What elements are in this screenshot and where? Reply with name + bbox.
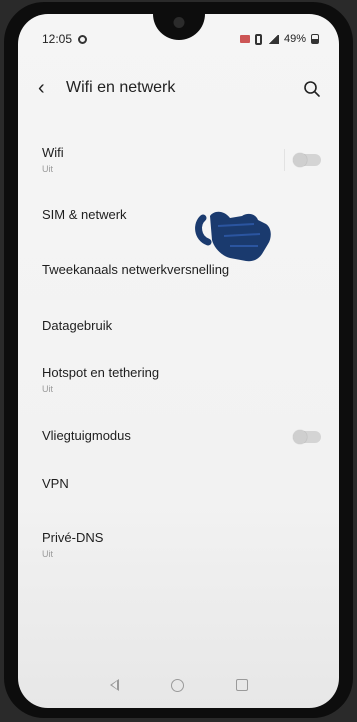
front-camera-icon [173, 17, 184, 28]
vibrate-icon [254, 33, 262, 45]
status-bar: 12:05 49% [42, 30, 319, 48]
toggle-knob [293, 153, 307, 167]
arrow-back-icon[interactable]: ‹ [38, 76, 58, 102]
status-right: 49% [239, 33, 319, 45]
wifi-toggle[interactable] [293, 153, 321, 167]
page-title: Wifi en netwerk [66, 79, 176, 96]
sim-netwerk-label: SIM & netwerk [42, 207, 127, 222]
status-time: 12:05 [42, 32, 73, 46]
list-item-vliegtuigmodus[interactable]: Vliegtuigmodus [42, 428, 321, 448]
list-item-sim-netwerk[interactable]: SIM & netwerk [42, 207, 321, 222]
datagebruik-label: Datagebruik [42, 318, 113, 333]
wifi-label: Wifi [42, 145, 64, 160]
hand-pointer-icon [194, 204, 274, 274]
list-item-hotspot[interactable]: Hotspot en tethering Uit [42, 365, 321, 394]
prive-dns-label: Privé-DNS [42, 530, 104, 545]
vliegtuigmodus-label: Vliegtuigmodus [42, 428, 131, 443]
list-item-datagebruik[interactable]: Datagebruik [42, 318, 321, 333]
screen: 12:05 49% ‹ Wifi en netwerk Wifi Uit SIM… [18, 14, 339, 708]
page-header: ‹ Wifi en netwerk [18, 76, 339, 102]
battery-icon [311, 34, 319, 44]
hotspot-status: Uit [42, 384, 53, 394]
tweekanaals-label: Tweekanaals netwerkversnelling [42, 262, 230, 277]
nav-recents-icon[interactable] [235, 679, 248, 691]
list-item-vpn[interactable]: VPN [42, 476, 321, 491]
phone-frame: 12:05 49% ‹ Wifi en netwerk Wifi Uit SIM… [4, 2, 353, 718]
list-item-wifi[interactable]: Wifi Uit [42, 145, 321, 185]
toggle-knob [293, 430, 307, 444]
wifi-status: Uit [42, 164, 53, 174]
hotspot-label: Hotspot en tethering [42, 365, 160, 380]
navigation-bar [18, 670, 339, 700]
divider [284, 149, 285, 171]
notification-icon [239, 35, 250, 43]
list-item-prive-dns[interactable]: Privé-DNS Uit [42, 530, 321, 559]
nav-back-icon[interactable] [109, 679, 119, 691]
record-indicator-icon [78, 34, 88, 44]
signal-icon [266, 34, 279, 44]
prive-dns-status: Uit [42, 549, 53, 559]
search-icon[interactable] [303, 80, 321, 98]
vpn-label: VPN [42, 476, 69, 491]
list-item-tweekanaals[interactable]: Tweekanaals netwerkversnelling [42, 262, 321, 277]
battery-percent: 49% [283, 33, 306, 45]
nav-home-icon[interactable] [170, 678, 184, 692]
vliegtuigmodus-toggle[interactable] [293, 430, 321, 444]
